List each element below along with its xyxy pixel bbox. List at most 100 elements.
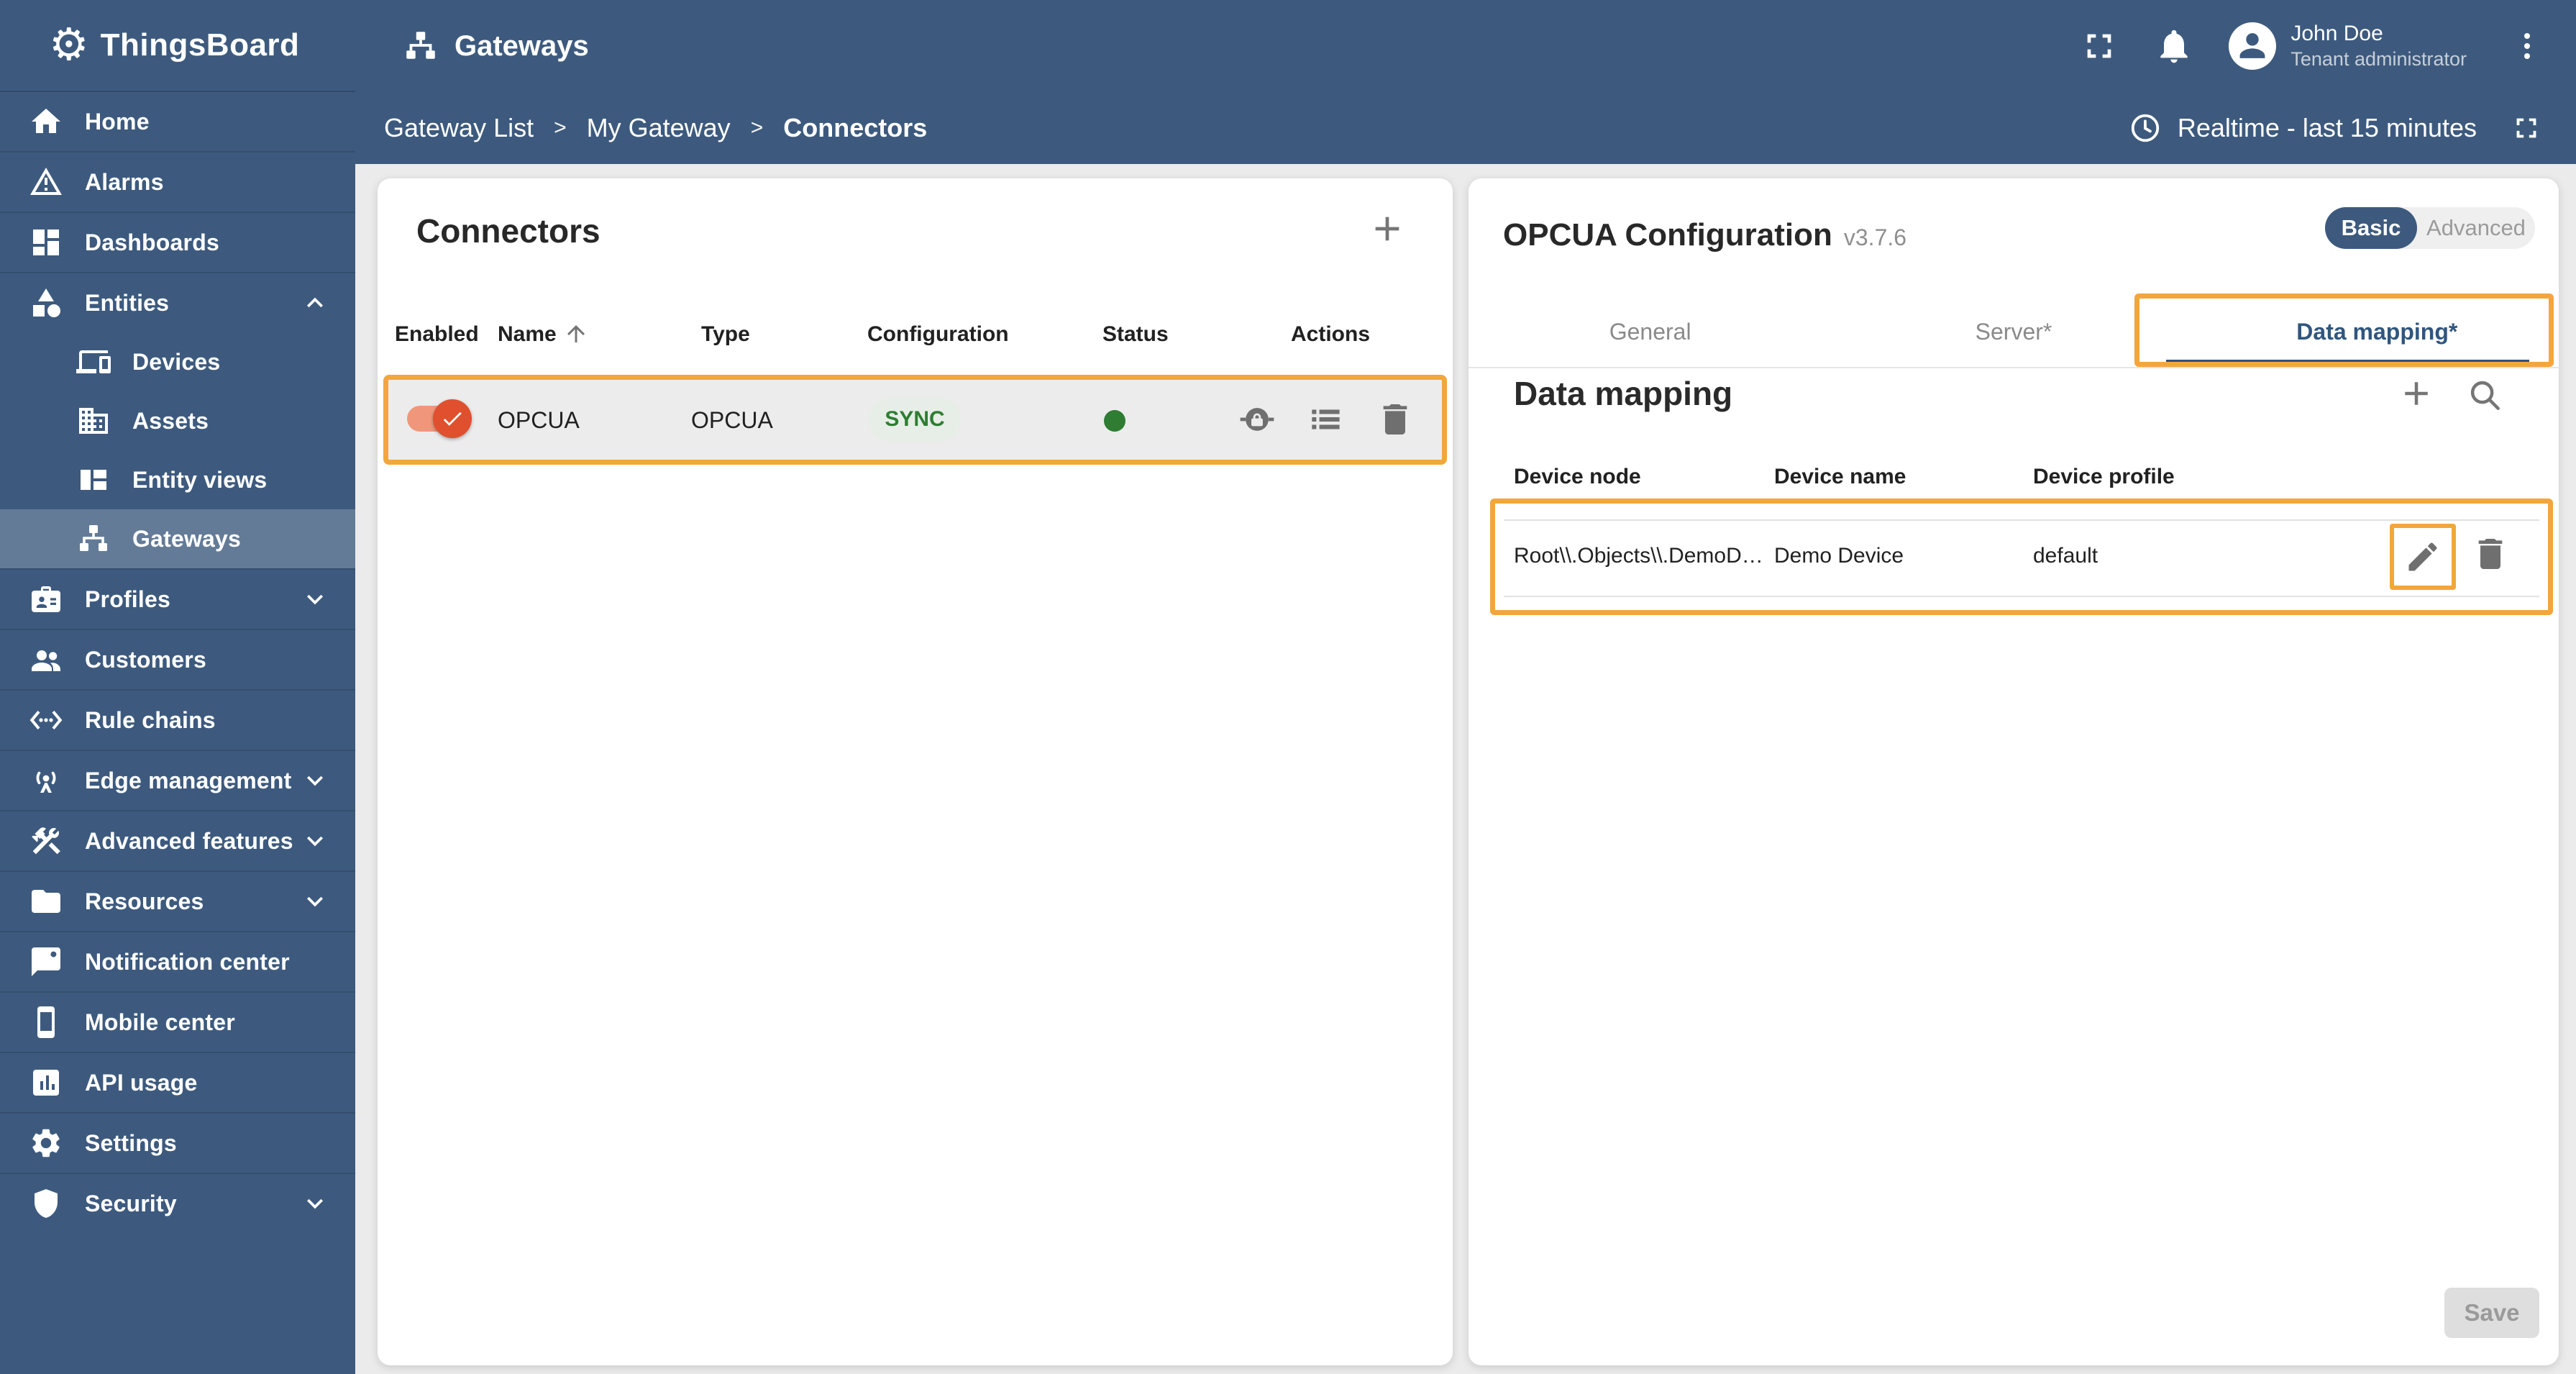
sidebar-item-gateways[interactable]: Gateways	[0, 509, 355, 568]
page-head: Gateways	[403, 0, 589, 92]
user-name: John Doe	[2290, 22, 2383, 46]
col-name[interactable]: Name	[498, 322, 557, 347]
connectors-title: Connectors	[416, 212, 600, 250]
warning-icon	[29, 165, 63, 199]
search-icon[interactable]	[2465, 376, 2504, 414]
config-title-wrap: OPCUA Configuration v3.7.6	[1503, 217, 1906, 253]
enabled-toggle-thumb	[433, 399, 472, 438]
sidebar-item-rule-chains[interactable]: Rule chains	[0, 689, 355, 750]
mapping-row[interactable]: Root\\.Objects\\.DemoD… Demo Device defa…	[1504, 519, 2539, 597]
breadcrumb-separator: >	[750, 116, 764, 140]
add-mapping-button[interactable]	[2397, 374, 2436, 413]
connectors-panel: Connectors Enabled Name Type Configurati…	[378, 178, 1453, 1365]
sidebar-item-label: Gateways	[132, 525, 242, 552]
sidebar-item-label: Dashboards	[85, 229, 219, 255]
tab-data-mapping[interactable]: Data mapping*	[2196, 296, 2559, 367]
col-device-name: Device name	[1774, 465, 1906, 488]
notifications-bell-icon[interactable]	[2154, 26, 2194, 66]
save-button[interactable]: Save	[2444, 1288, 2539, 1338]
config-title: OPCUA Configuration	[1503, 217, 1832, 252]
sidebar-item-api-usage[interactable]: API usage	[0, 1052, 355, 1112]
badge-icon	[29, 582, 63, 617]
active-tab-indicator	[2166, 360, 2529, 366]
logs-list-icon[interactable]	[1305, 399, 1346, 440]
connector-row-opcua[interactable]: OPCUA OPCUA SYNC	[383, 375, 1447, 465]
category-icon	[29, 286, 63, 320]
sidebar-item-label: Home	[85, 108, 150, 135]
insert-chart-icon	[29, 1065, 63, 1100]
topbar-row-sub: Gateway List > My Gateway > Connectors R…	[355, 92, 2576, 164]
sidebar-item-dashboards[interactable]: Dashboards	[0, 211, 355, 272]
sidebar-item-entity-views[interactable]: Entity views	[0, 450, 355, 509]
main-content: Connectors Enabled Name Type Configurati…	[355, 164, 2576, 1374]
mode-basic-button[interactable]: Basic	[2325, 207, 2417, 249]
sidebar-item-edge-management[interactable]: Edge management	[0, 750, 355, 810]
sidebar: ⚙ ThingsBoard Home Alarms Dashboards Ent…	[0, 0, 355, 1374]
smartphone-icon	[29, 1005, 63, 1039]
sidebar-item-assets[interactable]: Assets	[0, 391, 355, 450]
data-mapping-title: Data mapping	[1514, 375, 1733, 412]
sidebar-item-alarms[interactable]: Alarms	[0, 151, 355, 211]
configuration-sync-badge: SYNC	[869, 397, 961, 442]
delete-connector-icon[interactable]	[1375, 399, 1415, 440]
sort-arrow-up-icon[interactable]	[563, 321, 589, 347]
sidebar-item-home[interactable]: Home	[0, 92, 355, 151]
delete-mapping-icon[interactable]	[2470, 534, 2511, 574]
more-vert-icon[interactable]	[2510, 29, 2544, 63]
avatar[interactable]	[2229, 22, 2277, 70]
breadcrumb-my-gateway[interactable]: My Gateway	[587, 113, 731, 143]
sidebar-item-security[interactable]: Security	[0, 1173, 355, 1233]
device-node-value: Root\\.Objects\\.DemoD…	[1514, 544, 1763, 568]
topbar: Gateways John Doe Tenant administrator G…	[355, 0, 2576, 164]
tab-general[interactable]: General	[1469, 296, 1832, 367]
page-title: Gateways	[455, 29, 589, 62]
topbar-row-main: Gateways John Doe Tenant administrator	[355, 0, 2576, 92]
sidebar-item-label: Entities	[85, 289, 170, 316]
sidebar-item-customers[interactable]: Customers	[0, 629, 355, 689]
construction-icon	[29, 824, 63, 858]
sidebar-item-devices[interactable]: Devices	[0, 332, 355, 391]
sidebar-item-advanced-features[interactable]: Advanced features	[0, 810, 355, 870]
sidebar-item-label: Notification center	[85, 948, 290, 975]
connector-name: OPCUA	[498, 407, 580, 433]
thingsboard-logo[interactable]: ⚙ ThingsBoard	[0, 0, 355, 92]
enabled-toggle[interactable]	[407, 399, 472, 438]
user-info[interactable]: John Doe Tenant administrator	[2290, 20, 2467, 71]
sidebar-item-label: Advanced features	[85, 827, 293, 854]
edit-mapping-button[interactable]	[2390, 524, 2456, 590]
user-role: Tenant administrator	[2290, 47, 2467, 70]
chevron-down-icon	[299, 886, 331, 917]
mode-toggle: Basic Advanced	[2325, 207, 2535, 249]
config-version: v3.7.6	[1843, 224, 1907, 250]
chevron-down-icon	[299, 765, 331, 796]
person-icon	[2232, 25, 2273, 67]
sidebar-item-label: Mobile center	[85, 1009, 235, 1035]
add-connector-button[interactable]	[1367, 209, 1407, 249]
sidebar-item-entities[interactable]: Entities	[0, 272, 355, 332]
fullscreen-icon[interactable]	[2079, 26, 2119, 66]
timewindow-button[interactable]: Realtime - last 15 minutes	[2129, 92, 2543, 164]
breadcrumb-separator: >	[554, 116, 567, 140]
breadcrumb-gateway-list[interactable]: Gateway List	[384, 113, 534, 143]
sidebar-item-profiles[interactable]: Profiles	[0, 568, 355, 629]
home-icon	[29, 104, 63, 139]
sidebar-item-notification-center[interactable]: Notification center	[0, 931, 355, 991]
sidebar-item-label: API usage	[85, 1069, 198, 1096]
topbar-actions: John Doe Tenant administrator	[2079, 0, 2544, 92]
sidebar-item-mobile-center[interactable]: Mobile center	[0, 991, 355, 1052]
col-device-profile: Device profile	[2033, 465, 2175, 488]
col-enabled: Enabled	[395, 322, 479, 346]
sidebar-item-resources[interactable]: Resources	[0, 870, 355, 931]
private-connectivity-icon[interactable]	[1237, 399, 1277, 440]
domain-icon	[76, 404, 111, 438]
sidebar-item-label: Entity views	[132, 466, 268, 493]
breadcrumb: Gateway List > My Gateway > Connectors	[384, 92, 927, 164]
opcua-configuration-panel: OPCUA Configuration v3.7.6 Basic Advance…	[1469, 178, 2559, 1365]
lan-icon	[76, 522, 111, 556]
tab-server[interactable]: Server*	[1832, 296, 2195, 367]
breadcrumb-connectors: Connectors	[783, 113, 928, 142]
expand-fullscreen-icon[interactable]	[2510, 112, 2543, 145]
sidebar-item-settings[interactable]: Settings	[0, 1112, 355, 1173]
settings-ethernet-icon	[29, 703, 63, 737]
mode-advanced-button[interactable]: Advanced	[2417, 207, 2535, 249]
